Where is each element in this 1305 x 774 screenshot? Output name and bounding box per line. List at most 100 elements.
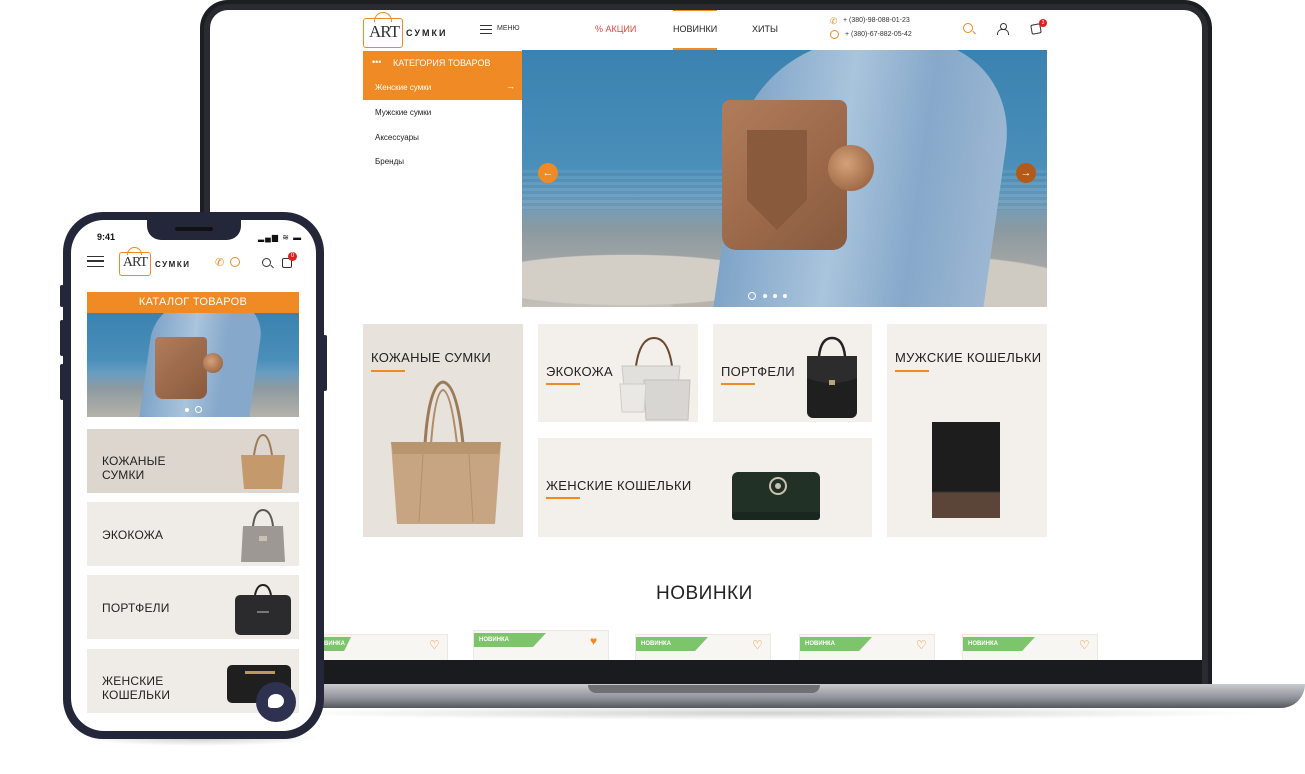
- laptop-notch: [588, 685, 820, 693]
- catalog-item-brands[interactable]: Бренды: [375, 157, 404, 166]
- mobile-hero-slider[interactable]: [87, 313, 299, 417]
- category-title: КОЖАНЫЕ СУМКИ: [371, 350, 491, 365]
- category-tile-men-wallets[interactable]: МУЖСКИЕ КОШЕЛЬКИ: [887, 324, 1047, 537]
- category-tile-eco-leather[interactable]: ЭКОКОЖА: [538, 324, 698, 422]
- hero-pompom: [203, 353, 223, 373]
- catalog-item-men-bags[interactable]: Мужские сумки: [375, 108, 431, 117]
- tile-title: ЖЕНСКИЕ КОШЕЛЬКИ: [102, 674, 171, 702]
- tile-title: КОЖАНЫЕ СУМКИ: [102, 454, 166, 482]
- slider-dot[interactable]: [185, 408, 189, 412]
- eco-bag-image: [241, 508, 285, 562]
- search-icon[interactable]: [963, 23, 973, 33]
- new-badge: НОВИНКА: [636, 637, 708, 651]
- slider-dot-active[interactable]: [748, 292, 756, 300]
- nav-hits[interactable]: ХИТЫ: [752, 24, 778, 34]
- women-wallet-image: [732, 472, 820, 520]
- status-icons: ▂▄▆ ≋ ▬: [258, 233, 303, 242]
- phone-speaker: [175, 227, 213, 231]
- heart-icon[interactable]: ♡: [1079, 639, 1090, 651]
- tile-title: ПОРТФЕЛИ: [102, 601, 170, 615]
- phone-icon: ✆: [830, 16, 838, 26]
- cart-count-badge: 3: [1039, 19, 1047, 27]
- phone-number-1[interactable]: + (380)-98-088-01-23: [843, 17, 910, 24]
- backpack-image: [807, 336, 857, 418]
- category-title: ЖЕНСКИЕ КОШЕЛЬКИ: [546, 478, 692, 493]
- category-tile-women-wallets[interactable]: ЖЕНСКИЕ КОШЕЛЬКИ: [538, 438, 872, 537]
- new-badge: НОВИНКА: [963, 637, 1035, 651]
- category-title: МУЖСКИЕ КОШЕЛЬКИ: [895, 350, 1042, 365]
- category-underline: [895, 370, 929, 372]
- chat-button[interactable]: [256, 682, 296, 722]
- slider-dot[interactable]: [763, 294, 767, 298]
- new-badge: НОВИНКА: [800, 637, 872, 651]
- product-card[interactable]: НОВИНКА ♡: [635, 634, 771, 660]
- category-underline: [546, 497, 580, 499]
- slider-prev-button[interactable]: ←: [538, 163, 558, 183]
- product-card[interactable]: НОВИНКА ♡: [799, 634, 935, 660]
- tote-bag-image: [241, 433, 285, 489]
- category-tile-leather-bags[interactable]: КОЖАНЫЕ СУМКИ: [363, 324, 523, 537]
- slider-dot-active[interactable]: [195, 406, 202, 413]
- tile-title: ЭКОКОЖА: [102, 528, 164, 542]
- mobile-site: 9:41 ▂▄▆ ≋ ▬ ART СУМКИ ✆ 0 КАТАЛОГ ТОВАР…: [71, 220, 316, 731]
- category-underline: [546, 383, 580, 385]
- mobile-tile-leather-bags[interactable]: КОЖАНЫЕ СУМКИ: [87, 429, 299, 493]
- catalog-item-label: Женские сумки: [375, 83, 432, 92]
- search-icon[interactable]: [262, 258, 271, 267]
- category-underline: [721, 383, 755, 385]
- viber-icon: [830, 30, 839, 39]
- slider-dot[interactable]: [773, 294, 777, 298]
- hero-pompom: [828, 145, 874, 191]
- category-title: ПОРТФЕЛИ: [721, 364, 795, 379]
- menu-icon[interactable]: [480, 25, 492, 34]
- category-underline: [371, 370, 405, 372]
- phone-number-2[interactable]: + (380)-67-882-05-42: [845, 31, 912, 38]
- mockup-stage: ART СУМКИ МЕНЮ % АКЦИИ НОВИНКИ ХИТЫ ✆ + …: [0, 0, 1305, 774]
- arrow-right-icon: →: [506, 81, 515, 91]
- logo-art-text: ART: [122, 255, 148, 270]
- product-card[interactable]: НОВИНКА ♡: [962, 634, 1098, 660]
- category-title: ЭКОКОЖА: [546, 364, 613, 379]
- logo-word[interactable]: СУМКИ: [406, 28, 447, 38]
- catalog-item-accessories[interactable]: Аксессуары: [375, 133, 419, 142]
- menu-label[interactable]: МЕНЮ: [497, 25, 520, 32]
- logo-word[interactable]: СУМКИ: [155, 260, 190, 269]
- heart-icon[interactable]: ♡: [916, 639, 927, 651]
- catalog-item-women-bags[interactable]: Женские сумки: [363, 75, 524, 100]
- nav-sale[interactable]: % АКЦИИ: [595, 24, 636, 34]
- desktop-site: ART СУМКИ МЕНЮ % АКЦИИ НОВИНКИ ХИТЫ ✆ + …: [210, 10, 1202, 660]
- phone-icon[interactable]: ✆: [215, 256, 224, 269]
- new-badge: НОВИНКА: [474, 633, 546, 647]
- nav-active-indicator: [673, 10, 717, 11]
- heart-icon[interactable]: ♡: [752, 639, 763, 651]
- logo-art-text: ART: [369, 22, 400, 41]
- laptop-shadow: [270, 706, 1270, 720]
- heart-icon[interactable]: ♡: [429, 639, 440, 651]
- product-card[interactable]: НОВИНКА ♥: [473, 630, 609, 660]
- heart-filled-icon[interactable]: ♥: [590, 635, 597, 647]
- hero-bag-image: [155, 337, 207, 399]
- hero-slider[interactable]: ← →: [522, 50, 1047, 307]
- product-card[interactable]: НОВИНКА ♡: [312, 634, 448, 660]
- status-time: 9:41: [97, 232, 116, 242]
- nav-new[interactable]: НОВИНКИ: [673, 24, 717, 34]
- slider-next-button[interactable]: →: [1016, 163, 1036, 183]
- mobile-tile-eco-leather[interactable]: ЭКОКОЖА: [87, 502, 299, 566]
- tote-bag-image: [391, 380, 501, 524]
- men-wallet-image: [932, 422, 1000, 518]
- laptop-chin: [210, 660, 1202, 686]
- catalog-title: КАТЕГОРИЯ ТОВАРОВ: [393, 58, 491, 68]
- mobile-tile-briefcases[interactable]: ПОРТФЕЛИ: [87, 575, 299, 639]
- section-title-new: НОВИНКИ: [656, 583, 753, 604]
- catalog-dots-icon: •••: [372, 57, 382, 67]
- hamburger-menu-icon[interactable]: [87, 256, 104, 267]
- slider-dots: [748, 292, 798, 300]
- viber-icon[interactable]: [230, 257, 240, 267]
- category-tile-briefcases[interactable]: ПОРТФЕЛИ: [713, 324, 872, 422]
- user-icon[interactable]: [997, 23, 1009, 35]
- slider-dot[interactable]: [783, 294, 787, 298]
- cart-count-badge: 0: [288, 252, 297, 261]
- catalog-button[interactable]: КАТАЛОГ ТОВАРОВ: [87, 292, 299, 313]
- briefcase-image: [235, 583, 291, 635]
- eco-bag-image: [619, 336, 691, 421]
